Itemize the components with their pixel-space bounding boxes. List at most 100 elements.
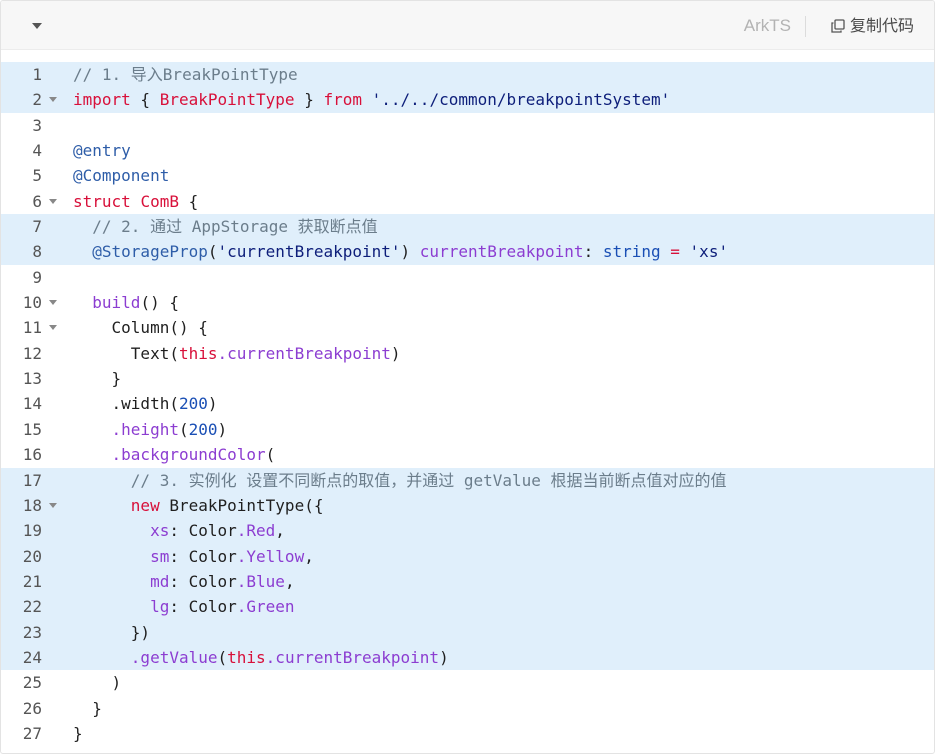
code-token: ,	[275, 521, 285, 541]
code-token: =	[670, 242, 680, 262]
code-token: : Color	[169, 597, 237, 617]
toolbar-divider	[805, 16, 806, 37]
chevron-down-icon[interactable]	[30, 20, 44, 32]
code-text: md: Color.Blue,	[73, 569, 295, 594]
line-number: 8	[32, 242, 42, 262]
line-number: 12	[22, 343, 42, 363]
code-line: 24 .getValue(this.currentBreakpoint)	[1, 644, 934, 671]
code-line: 10 build() {	[1, 290, 934, 315]
code-text: }	[73, 696, 102, 721]
line-number: 19	[22, 521, 42, 541]
code-token: }	[73, 369, 122, 389]
code-token: @StorageProp	[92, 242, 208, 262]
code-text: }	[73, 366, 122, 391]
code-token: ,	[304, 546, 314, 566]
code-token: :	[583, 242, 603, 262]
code-token: new	[130, 495, 160, 515]
code-token: BreakPointType	[159, 90, 295, 110]
code-token: : Color	[169, 571, 237, 591]
code-text: lg: Color.Green	[73, 594, 295, 619]
code-line: 20 sm: Color.Yellow,	[1, 543, 934, 569]
code-token: (	[217, 647, 228, 667]
code-token: .Green	[236, 597, 295, 617]
line-number: 18	[22, 495, 42, 515]
code-token: )	[73, 673, 122, 693]
code-text: @entry	[73, 138, 131, 163]
code-line: 25 )	[1, 670, 934, 695]
fold-toggle-icon[interactable]	[49, 502, 57, 508]
code-token: @entry	[73, 141, 131, 161]
code-token: .backgroundColor	[111, 445, 266, 465]
code-token: .getValue	[130, 647, 218, 667]
code-line: 18 new BreakPointType({	[1, 492, 934, 519]
copy-code-button[interactable]: 复制代码	[831, 13, 914, 39]
code-text: // 1. 导入BreakPointType	[73, 62, 298, 87]
line-number: 27	[22, 723, 42, 743]
code-line: 14 .width(200)	[1, 391, 934, 416]
fold-toggle-icon[interactable]	[49, 198, 57, 204]
code-token: xs	[150, 521, 170, 541]
code-line: 12 Text(this.currentBreakpoint)	[1, 341, 934, 366]
code-line: 6 struct ComB {	[1, 189, 934, 214]
code-line: 2 import { BreakPointType } from '../../c…	[1, 87, 934, 113]
code-token: .Blue	[236, 571, 285, 591]
line-number: 24	[22, 647, 42, 667]
code-token: build	[92, 293, 141, 313]
code-text: )	[73, 670, 122, 695]
code-token: .width(	[73, 394, 179, 414]
line-number: 14	[22, 394, 42, 414]
language-label: ArkTS	[743, 16, 791, 35]
line-number: 9	[32, 267, 42, 287]
code-token: // 1. 导入BreakPointType	[73, 65, 298, 84]
code-line: 4 @entry	[1, 138, 934, 163]
code-token: currentBreakpoint	[419, 242, 584, 262]
line-number: 3	[32, 115, 42, 135]
code-line: 1 // 1. 导入BreakPointType	[1, 62, 934, 88]
code-token: from	[323, 90, 362, 110]
code-token: .Red	[236, 521, 276, 541]
code-line: 26 }	[1, 696, 934, 721]
code-text: sm: Color.Yellow,	[73, 544, 314, 569]
code-line: 23 })	[1, 619, 934, 645]
code-text: }	[73, 721, 83, 746]
code-token: 'xs'	[689, 242, 729, 262]
code-line: 13 }	[1, 366, 934, 391]
code-text: // 2. 通过 AppStorage 获取断点值	[73, 214, 377, 239]
fold-toggle-icon[interactable]	[49, 97, 57, 103]
line-number: 1	[32, 65, 42, 84]
fold-toggle-icon[interactable]	[49, 300, 57, 306]
code-token: (	[265, 445, 276, 465]
code-token: }	[294, 90, 324, 110]
copy-code-label: 复制代码	[849, 16, 914, 35]
line-number: 6	[32, 191, 42, 211]
code-token: md	[150, 571, 170, 591]
code-text: Text(this.currentBreakpoint)	[73, 341, 401, 366]
code-token: {	[178, 191, 199, 211]
code-token: // 3. 实例化 设置不同断点的取值，并通过 getValue 根据当前断点值…	[130, 470, 727, 490]
line-number: 21	[22, 571, 42, 591]
line-number: 26	[22, 698, 42, 718]
code-text: struct ComB {	[73, 189, 198, 214]
code-token: .height	[111, 419, 179, 439]
code-token: )	[400, 242, 420, 262]
code-token: }	[73, 698, 102, 718]
code-line: 22 lg: Color.Green	[1, 594, 934, 620]
code-token: string	[602, 242, 661, 262]
copy-icon	[831, 19, 845, 33]
code-text: @StorageProp('currentBreakpoint') curren…	[73, 239, 728, 264]
code-text: })	[73, 620, 150, 645]
fold-toggle-icon[interactable]	[49, 325, 57, 331]
code-token: .currentBreakpoint	[265, 647, 440, 667]
code-line: 27}	[1, 721, 934, 746]
code-line: 3	[1, 113, 934, 138]
code-line: 9	[1, 265, 934, 290]
code-token: )	[439, 647, 449, 667]
